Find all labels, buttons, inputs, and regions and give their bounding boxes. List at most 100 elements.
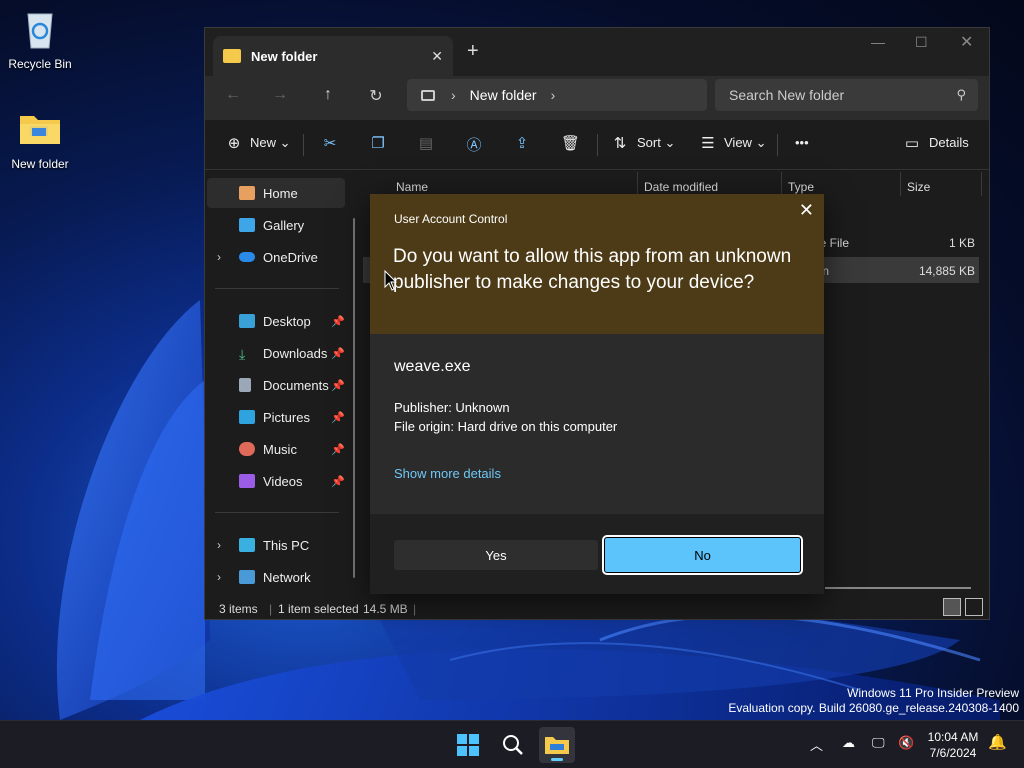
sort-button[interactable]: Sort ⌄ [637,135,675,151]
gallery-icon [239,218,255,232]
new-plus-icon[interactable]: ⊕ [225,134,243,152]
refresh-icon[interactable]: ↻ [364,86,388,106]
search-input[interactable]: Search New folder ⚲ [715,79,978,111]
pin-icon: 📌 [331,411,345,424]
start-button[interactable] [450,727,486,763]
home-icon [239,186,255,200]
uac-footer: Yes No [370,514,824,594]
network-icon [239,570,255,584]
folder-icon [223,49,241,63]
sidebar-item-onedrive[interactable]: › OneDrive [207,242,345,272]
date: 7/6/2024 [929,746,977,760]
yes-button[interactable]: Yes [394,540,598,570]
tab-bar: New folder ✕ + — ☐ ✕ [205,28,989,76]
close-tab-icon[interactable]: ✕ [431,48,443,65]
copy-icon[interactable]: ❐ [369,134,387,152]
clock[interactable]: 10:04 AM 7/6/2024 [916,729,990,761]
notification-bell-icon[interactable]: 🔔 [988,733,1007,751]
details-button[interactable]: Details [929,135,969,150]
sidebar-item-downloads[interactable]: ⤓ Downloads 📌 [207,338,345,368]
sidebar-item-gallery[interactable]: Gallery [207,210,345,240]
selection-size: 14.5 MB [363,602,408,616]
divider [981,172,982,196]
videos-icon [239,474,255,488]
search-icon [503,735,523,755]
music-icon [239,442,255,456]
sidebar-item-desktop[interactable]: Desktop 📌 [207,306,345,336]
new-button[interactable]: New ⌄ [250,135,291,151]
onedrive-offline-icon[interactable]: ☁ [842,735,855,751]
search-icon: ⚲ [956,87,966,102]
pin-icon: 📌 [331,379,345,392]
divider [215,288,339,289]
item-count: 3 items [219,602,258,616]
view-icon[interactable]: ☰ [699,134,717,152]
sidebar-item-this-pc[interactable]: › This PC [207,530,345,560]
chevron-right-icon[interactable]: › [451,87,456,103]
close-icon[interactable]: ✕ [799,200,814,221]
minimize-button[interactable]: — [871,34,885,50]
paste-icon[interactable]: ▤ [417,134,435,152]
details-view-icon[interactable] [943,598,961,616]
download-icon: ⤓ [239,346,246,362]
sidebar-item-documents[interactable]: Documents 📌 [207,370,345,400]
share-icon[interactable]: ⇪ [513,134,531,152]
monitor-icon [239,538,255,552]
pin-icon: 📌 [331,443,345,456]
new-tab-button[interactable]: + [467,40,479,63]
sidebar-item-pictures[interactable]: Pictures 📌 [207,402,345,432]
more-options-button[interactable]: ••• [795,135,809,150]
address-bar[interactable]: › New folder › [407,79,707,111]
sidebar-item-network[interactable]: › Network [207,562,345,592]
sidebar-item-videos[interactable]: Videos 📌 [207,466,345,496]
no-button[interactable]: No [602,535,803,575]
sort-icon[interactable]: ⇅ [611,134,629,152]
cut-icon[interactable]: ✂ [321,134,339,152]
volume-muted-icon[interactable]: 🔇 [898,735,914,751]
rename-icon[interactable]: Ⓐ [465,134,483,154]
folder-icon [545,737,569,754]
taskbar: ︿ ☁ 🖵 🔇 10:04 AM 7/6/2024 🔔 [0,720,1024,768]
chevron-right-icon[interactable]: › [217,570,221,584]
up-arrow-icon[interactable]: ↑ [316,86,340,104]
column-date-modified[interactable]: Date modified [644,180,718,194]
breadcrumb-new-folder[interactable]: New folder [470,87,537,103]
command-bar: ⊕ New ⌄ ✂ ❐ ▤ Ⓐ ⇪ 🗑 ⇅ Sort ⌄ ☰ View ⌄ ••… [205,120,989,170]
divider: | [269,602,273,616]
details-pane-icon[interactable]: ▭ [903,134,921,152]
navigation-bar: ← → ↑ ↻ › New folder › Search New folder… [205,76,989,120]
network-icon[interactable]: 🖵 [872,735,885,751]
forward-arrow-icon[interactable]: → [268,86,292,104]
maximize-button[interactable]: ☐ [915,34,928,51]
recycle-bin-label: Recycle Bin [8,57,72,71]
chevron-right-icon[interactable]: › [551,87,556,103]
tab-new-folder[interactable]: New folder ✕ [213,36,453,76]
sidebar-scrollbar[interactable] [353,218,355,578]
search-taskbar-button[interactable] [495,727,531,763]
close-window-button[interactable]: ✕ [960,32,973,52]
new-folder-desktop-icon[interactable]: New folder [0,106,80,171]
file-explorer-taskbar-button[interactable] [539,727,575,763]
selection-count: 1 item selected [278,602,359,616]
horizontal-scrollbar[interactable] [825,587,971,589]
column-name[interactable]: Name [396,180,428,194]
windows-logo-icon [457,734,479,756]
this-pc-icon [421,89,435,101]
back-arrow-icon[interactable]: ← [221,86,245,104]
divider: | [413,602,417,616]
app-name: weave.exe [394,358,471,375]
chevron-right-icon[interactable]: › [217,538,221,552]
recycle-bin-desktop-icon[interactable]: Recycle Bin [0,6,80,71]
show-hidden-icons-chevron-icon[interactable]: ︿ [810,735,823,754]
cloud-icon [239,252,255,262]
column-type[interactable]: Type [788,180,814,194]
tiles-view-icon[interactable] [965,598,983,616]
show-more-details-link[interactable]: Show more details [394,466,501,481]
sidebar-item-music[interactable]: Music 📌 [207,434,345,464]
chevron-right-icon[interactable]: › [217,250,221,264]
uac-header: User Account Control ✕ Do you want to al… [370,194,824,334]
view-button[interactable]: View ⌄ [724,135,766,151]
column-size[interactable]: Size [907,180,930,194]
delete-icon[interactable]: 🗑 [561,134,580,152]
sidebar-item-home[interactable]: Home [207,178,345,208]
